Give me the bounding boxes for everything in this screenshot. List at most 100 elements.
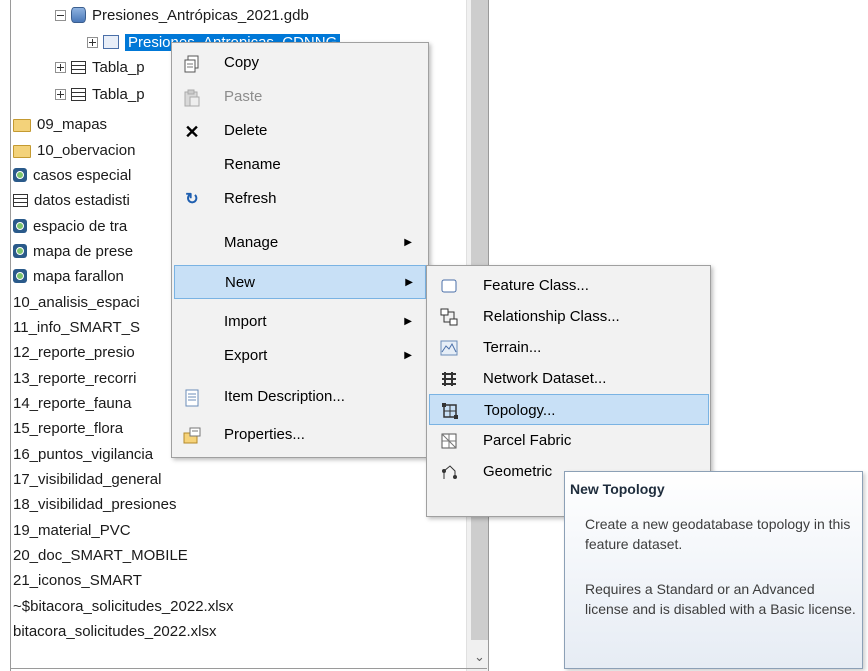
scroll-down-arrow-icon[interactable]: ⌄ [474, 650, 485, 663]
menu-item-label: Properties... [224, 426, 305, 443]
item-description-icon [182, 389, 202, 407]
menu-item-label: Delete [224, 122, 268, 139]
menu-item-network-dataset[interactable]: Network Dataset... [429, 363, 707, 394]
geodatabase-icon [71, 7, 86, 24]
tree-item-file[interactable]: 15_reporte_flora [13, 418, 123, 440]
expand-icon[interactable] [55, 61, 66, 73]
tree-item-label: mapa farallon [33, 268, 124, 285]
tree-item-file[interactable]: 12_reporte_presio [13, 342, 135, 364]
menu-item-properties[interactable]: Properties... [174, 418, 424, 452]
tree-item-file[interactable]: 16_puntos_vigilancia [13, 444, 153, 466]
tree-item-folder[interactable]: 09_mapas [13, 114, 107, 136]
tree-item-label: 10_obervacion [37, 142, 136, 159]
menu-item-label: Parcel Fabric [483, 432, 572, 449]
terrain-icon [439, 339, 459, 357]
tree-item-label: mapa de prese [33, 243, 134, 260]
tree-item-label: Tabla_p [92, 59, 145, 76]
menu-item-label: Rename [224, 156, 281, 173]
context-menu: Copy Paste ✕ Delete Rename ↻ Refresh Man… [171, 42, 429, 458]
menu-item-relationship-class[interactable]: Relationship Class... [429, 301, 707, 332]
tree-item-file[interactable]: 14_reporte_fauna [13, 393, 131, 415]
copy-icon [182, 55, 202, 73]
feature-dataset-icon [103, 35, 119, 50]
menu-item-label: Network Dataset... [483, 370, 607, 387]
map-document-icon [13, 219, 27, 234]
menu-item-label: Relationship Class... [483, 308, 620, 325]
delete-icon: ✕ [184, 122, 200, 142]
tree-item-file[interactable]: 11_info_SMART_S [13, 317, 140, 339]
menu-item-feature-class[interactable]: Feature Class... [429, 270, 707, 301]
menu-item-copy[interactable]: Copy [174, 46, 424, 80]
tree-item-folder[interactable]: 10_obervacion [13, 140, 135, 162]
table-icon [71, 87, 86, 101]
tree-item-file[interactable]: 13_reporte_recorri [13, 368, 136, 390]
tree-item-label: espacio de tra [33, 218, 128, 235]
menu-item-label: Manage [224, 234, 279, 251]
tree-item-file[interactable]: 20_doc_SMART_MOBILE [13, 545, 188, 567]
tree-item-label: Tabla_p [92, 86, 145, 103]
menu-item-label: Export [224, 347, 268, 364]
tree-item-file[interactable]: ~$bitacora_solicitudes_2022.xlsx [13, 596, 234, 618]
menu-item-new[interactable]: New ▶ [174, 265, 426, 299]
tree-item-map[interactable]: casos especial [13, 165, 131, 187]
menu-item-label: Geometric [483, 463, 553, 480]
properties-icon [182, 427, 202, 445]
expand-icon[interactable] [87, 36, 98, 48]
table-icon [71, 60, 86, 74]
collapse-icon[interactable] [55, 9, 66, 21]
menu-item-parcel-fabric[interactable]: Parcel Fabric [429, 425, 707, 456]
menu-item-rename[interactable]: Rename [174, 148, 424, 182]
menu-item-export[interactable]: Export ▶ [174, 339, 424, 373]
menu-item-manage[interactable]: Manage ▶ [174, 226, 424, 260]
topology-icon [440, 402, 460, 420]
menu-item-label: Terrain... [483, 339, 542, 356]
menu-item-label: Topology... [484, 402, 556, 419]
map-document-icon [13, 244, 27, 259]
submenu-arrow-icon: ▶ [405, 277, 413, 288]
tree-item-label: Presiones_Antrópicas_2021.gdb [92, 7, 309, 24]
menu-item-label: New [225, 274, 256, 291]
tree-item-file[interactable]: 19_material_PVC [13, 520, 131, 542]
tree-item-file[interactable]: 18_visibilidad_presiones [13, 494, 176, 516]
menu-item-label: Copy [224, 54, 260, 71]
relationship-class-icon [439, 308, 459, 326]
tree-item-file[interactable]: 10_analisis_espaci [13, 292, 140, 314]
tree-item-file[interactable]: 21_iconos_SMART [13, 570, 142, 592]
parcel-fabric-icon [439, 432, 459, 450]
network-dataset-icon [439, 370, 459, 388]
geometric-network-icon [439, 463, 459, 481]
expand-icon[interactable] [55, 88, 66, 100]
tree-item-table[interactable]: Tabla_p [55, 84, 145, 106]
menu-item-item-description[interactable]: Item Description... [174, 380, 424, 414]
menu-item-terrain[interactable]: Terrain... [429, 332, 707, 363]
feature-class-icon [439, 277, 459, 295]
tree-item-map[interactable]: mapa de prese [13, 241, 133, 263]
tooltip-title: New Topology [570, 481, 665, 497]
tree-item-map[interactable]: mapa farallon [13, 266, 124, 288]
menu-item-topology[interactable]: Topology... [429, 394, 709, 425]
tree-item-gdb[interactable]: Presiones_Antrópicas_2021.gdb [55, 5, 309, 27]
tooltip-body: Create a new geodatabase topology in thi… [585, 516, 851, 552]
folder-icon [13, 118, 31, 132]
tree-item-label: casos especial [33, 167, 132, 184]
tooltip: New Topology Create a new geodatabase to… [564, 471, 863, 669]
tree-item-file[interactable]: 17_visibilidad_general [13, 469, 161, 491]
tree-item-table[interactable]: Tabla_p [55, 57, 145, 79]
menu-item-delete[interactable]: ✕ Delete [174, 114, 424, 148]
menu-item-import[interactable]: Import ▶ [174, 305, 424, 339]
tooltip-license-note: Requires a Standard or an Advanced licen… [585, 581, 856, 617]
submenu-arrow-icon: ▶ [404, 316, 412, 327]
tree-item-label: 09_mapas [37, 116, 108, 133]
refresh-icon: ↻ [185, 191, 199, 208]
menu-item-refresh[interactable]: ↻ Refresh [174, 182, 424, 216]
menu-item-label: Refresh [224, 190, 277, 207]
submenu-arrow-icon: ▶ [404, 237, 412, 248]
paste-icon [182, 89, 202, 107]
map-document-icon [13, 269, 27, 284]
tree-item-table[interactable]: datos estadisti [13, 190, 130, 212]
menu-item-label: Paste [224, 88, 263, 105]
menu-item-label: Import [224, 313, 267, 330]
menu-item-paste[interactable]: Paste [174, 80, 424, 114]
tree-item-map[interactable]: espacio de tra [13, 216, 127, 238]
tree-item-file[interactable]: bitacora_solicitudes_2022.xlsx [13, 621, 216, 643]
